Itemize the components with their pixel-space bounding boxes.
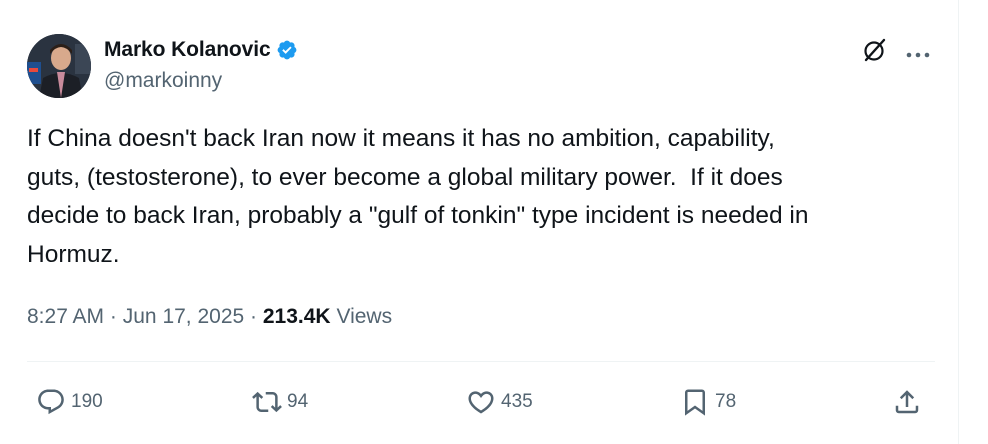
verified-badge-icon[interactable] — [276, 39, 298, 61]
reply-icon — [38, 389, 64, 415]
bookmark-icon — [685, 389, 705, 416]
share-button[interactable] — [892, 380, 922, 424]
repost-count: 94 — [287, 391, 309, 412]
views-label: Views — [336, 305, 393, 328]
share-icon — [895, 390, 919, 414]
bookmark-count: 78 — [715, 391, 737, 412]
column-border — [958, 0, 959, 444]
repost-button[interactable]: 94 — [252, 380, 308, 424]
more-icon[interactable] — [905, 46, 931, 58]
tweet-actions: 190 94 435 78 — [0, 380, 958, 424]
meta-separator: · — [109, 305, 117, 328]
views-count: 213.4K — [262, 305, 331, 328]
like-button[interactable]: 435 — [466, 380, 533, 424]
repost-icon — [252, 391, 282, 413]
heart-icon — [468, 391, 494, 414]
like-count: 435 — [501, 391, 533, 412]
reply-count: 190 — [71, 391, 103, 412]
bookmark-button[interactable]: 78 — [680, 380, 736, 424]
tweet-time[interactable]: 8:27 AM — [27, 305, 104, 328]
author-name-row[interactable]: Marko Kolanovic — [104, 35, 298, 65]
author-display-name[interactable]: Marko Kolanovic — [104, 38, 271, 62]
tweet-text: If China doesn't back Iran now it means … — [27, 125, 809, 268]
grok-icon[interactable] — [862, 37, 888, 63]
author-handle[interactable]: @markoinny — [104, 69, 222, 93]
meta-separator: · — [250, 305, 258, 328]
tweet-date[interactable]: Jun 17, 2025 — [123, 305, 244, 328]
divider — [27, 361, 935, 362]
tweet-meta: 8:27 AM · Jun 17, 2025 · 213.4K Views — [27, 305, 392, 329]
avatar[interactable] — [27, 34, 91, 98]
avatar-image — [27, 34, 91, 98]
reply-button[interactable]: 190 — [36, 380, 103, 424]
